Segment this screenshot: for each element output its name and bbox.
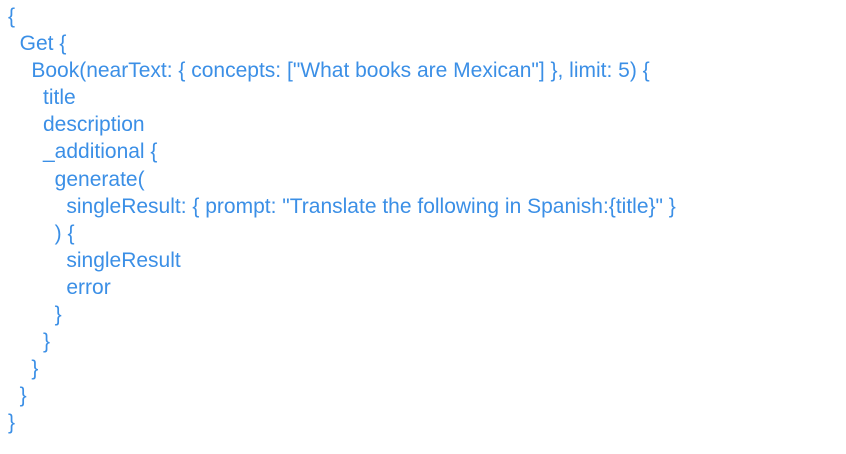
graphql-query-code-block: { Get { Book(nearText: { concepts: ["Wha… bbox=[8, 3, 676, 437]
code-line: ) { bbox=[8, 221, 75, 245]
code-line: Book(nearText: { concepts: ["What books … bbox=[8, 59, 650, 83]
code-line: singleResult: { prompt: "Translate the f… bbox=[8, 194, 676, 218]
code-line: generate( bbox=[8, 167, 145, 191]
code-line: title bbox=[8, 86, 76, 110]
code-line: singleResult bbox=[8, 248, 181, 272]
code-line: } bbox=[8, 384, 27, 408]
code-line: _additional { bbox=[8, 140, 158, 164]
code-line: description bbox=[8, 113, 145, 137]
code-line: } bbox=[8, 330, 51, 354]
code-line: } bbox=[8, 411, 16, 435]
code-line: { bbox=[8, 5, 16, 28]
code-line: } bbox=[8, 357, 39, 381]
code-line: Get { bbox=[8, 32, 67, 56]
code-line: error bbox=[8, 275, 111, 299]
code-line: } bbox=[8, 303, 62, 327]
